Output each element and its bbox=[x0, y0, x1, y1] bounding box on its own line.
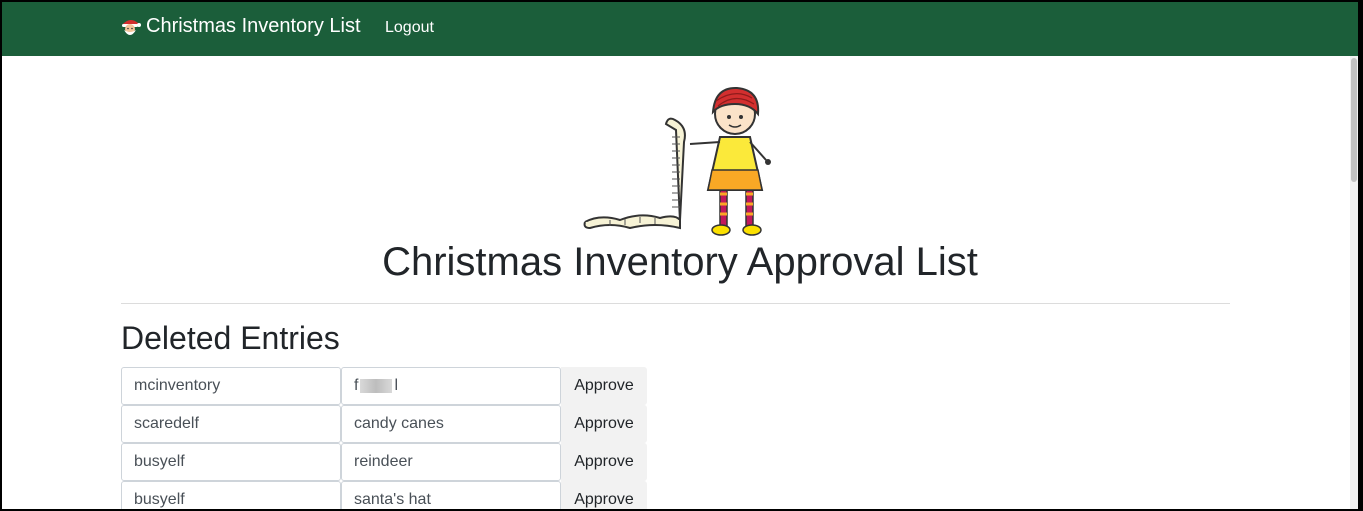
entry-user-field[interactable]: mcinventory bbox=[121, 367, 341, 405]
santa-icon bbox=[122, 19, 141, 35]
brand-link[interactable]: Christmas Inventory List bbox=[119, 15, 361, 38]
elf-with-list-illustration bbox=[583, 86, 771, 236]
entry-row: busyelf reindeer Approve bbox=[121, 443, 647, 481]
divider bbox=[121, 303, 1230, 304]
redacted-text bbox=[360, 378, 393, 393]
brand-title: Christmas Inventory List bbox=[146, 15, 361, 37]
logout-link[interactable]: Logout bbox=[385, 19, 434, 37]
approve-button[interactable]: Approve bbox=[561, 405, 647, 443]
approve-button[interactable]: Approve bbox=[561, 443, 647, 481]
approve-button[interactable]: Approve bbox=[561, 481, 647, 509]
approve-button[interactable]: Approve bbox=[561, 367, 647, 405]
browser-viewport: Christmas Inventory List Logout Christma… bbox=[2, 2, 1358, 509]
entry-user-field[interactable]: busyelf bbox=[121, 481, 341, 509]
entry-item-field[interactable]: candy canes bbox=[341, 405, 561, 443]
entry-item-field[interactable]: fl bbox=[341, 367, 561, 405]
section-title: Deleted Entries bbox=[121, 320, 340, 356]
deleted-entries-list: mcinventory fl Approve scaredelf candy c… bbox=[121, 367, 647, 509]
entry-item-suffix: l bbox=[394, 377, 399, 394]
entry-row: busyelf santa's hat Approve bbox=[121, 481, 647, 509]
entry-item-prefix: f bbox=[354, 377, 359, 394]
scrollbar-thumb[interactable] bbox=[1351, 58, 1357, 182]
entry-user-field[interactable]: scaredelf bbox=[121, 405, 341, 443]
entry-item-field[interactable]: reindeer bbox=[341, 443, 561, 481]
entry-item-field[interactable]: santa's hat bbox=[341, 481, 561, 509]
navbar: Christmas Inventory List Logout bbox=[2, 2, 1358, 56]
page-title: Christmas Inventory Approval List bbox=[382, 240, 978, 284]
entry-row: mcinventory fl Approve bbox=[121, 367, 647, 405]
entry-user-field[interactable]: busyelf bbox=[121, 443, 341, 481]
entry-row: scaredelf candy canes Approve bbox=[121, 405, 647, 443]
